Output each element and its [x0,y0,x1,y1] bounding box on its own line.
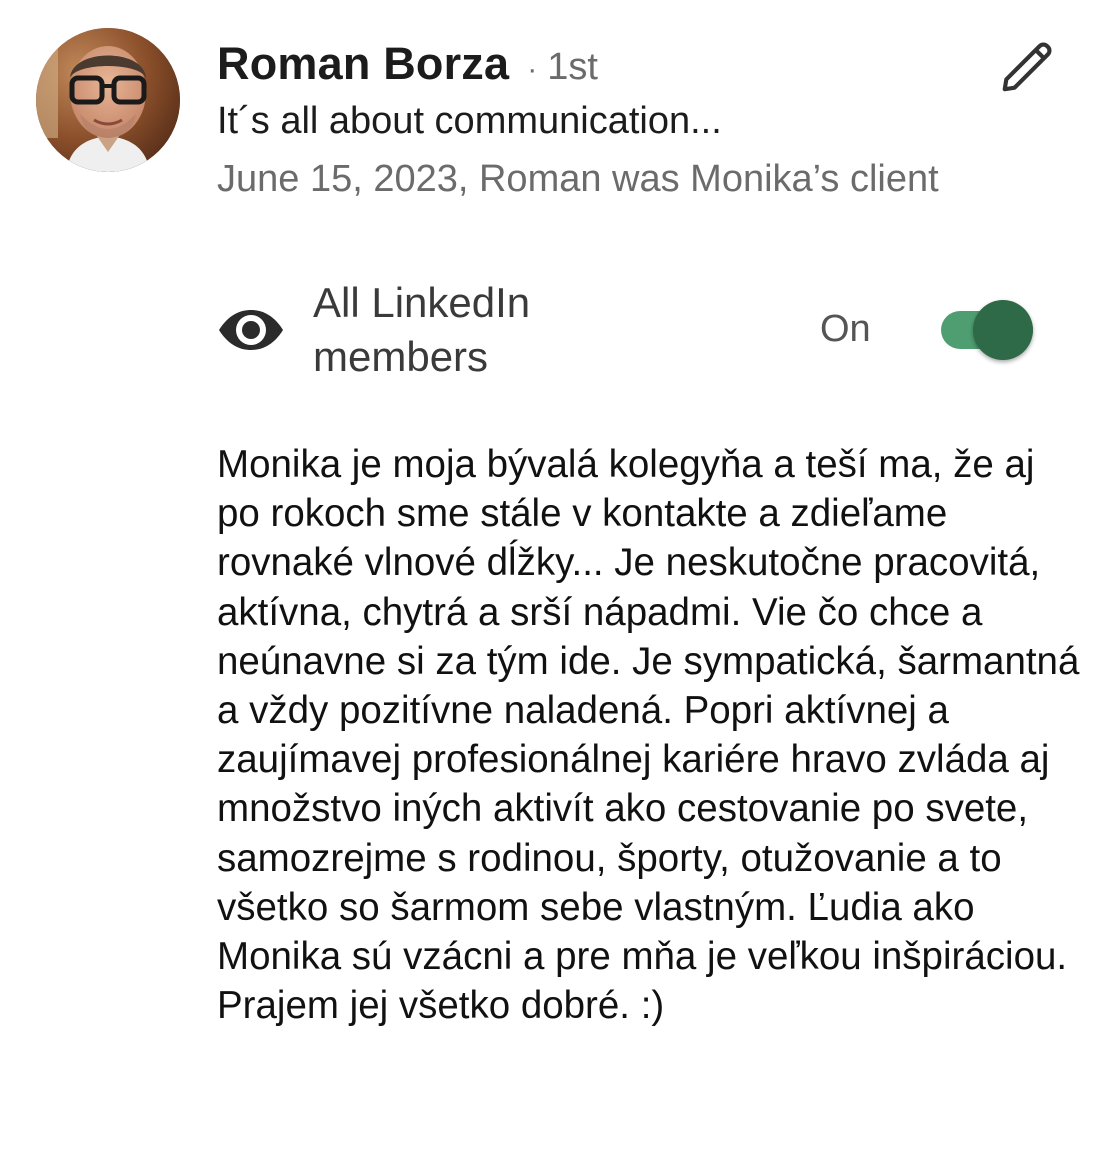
recommendation-meta: June 15, 2023, Roman was Monika’s client [217,158,939,200]
visibility-status: On [820,308,871,350]
pencil-icon [1002,42,1052,92]
avatar[interactable] [36,28,180,172]
visibility-setting: All LinkedIn members On [217,272,1047,390]
author-headline: It´s all about communication... [217,100,722,142]
edit-button[interactable] [990,28,1066,104]
author-header: Roman Borza · 1st [217,38,598,90]
author-name[interactable]: Roman Borza [217,38,509,90]
eye-icon [219,310,283,350]
toggle-knob[interactable] [973,300,1033,360]
visibility-label: All LinkedIn members [313,279,531,380]
visibility-toggle[interactable] [939,298,1039,360]
recommendation-text: Monika je moja bývalá kolegyňa a teší ma… [217,443,1080,1028]
avatar-photo [36,28,180,172]
degree-separator: · [527,53,538,86]
connection-degree: 1st [547,46,598,88]
